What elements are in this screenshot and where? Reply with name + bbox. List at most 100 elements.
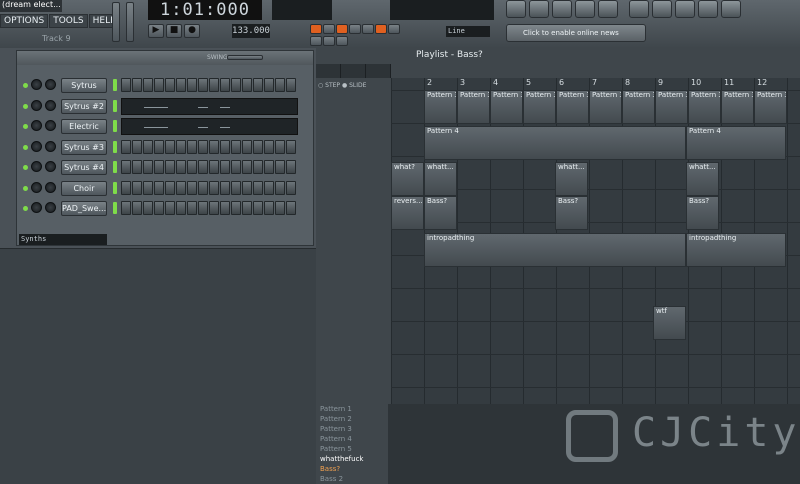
step-button[interactable] — [286, 180, 296, 195]
step-button[interactable] — [121, 160, 131, 174]
pan-knob[interactable] — [31, 120, 42, 131]
step-button[interactable] — [264, 180, 274, 195]
save-button[interactable] — [652, 0, 672, 18]
step-button[interactable] — [154, 201, 164, 215]
search-button[interactable] — [698, 0, 718, 18]
channel-mute-led[interactable] — [23, 165, 28, 170]
step-button[interactable] — [220, 78, 230, 92]
channel-mute-led[interactable] — [23, 124, 28, 129]
mode-button[interactable] — [336, 24, 348, 34]
step-button[interactable] — [231, 180, 241, 195]
step-button[interactable] — [220, 139, 230, 154]
step-button[interactable] — [143, 78, 153, 92]
help-button[interactable] — [721, 0, 741, 18]
channel-name-button[interactable]: Electric — [61, 119, 107, 134]
step-button[interactable] — [253, 160, 263, 174]
slide-option[interactable]: SLIDE — [349, 82, 366, 89]
step-button[interactable] — [176, 78, 186, 92]
step-button[interactable] — [264, 139, 274, 154]
step-button[interactable] — [121, 180, 131, 195]
volume-knob[interactable] — [45, 202, 56, 213]
step-button[interactable] — [275, 201, 285, 215]
step-button[interactable] — [264, 201, 274, 215]
step-button[interactable] — [143, 139, 153, 154]
mini-piano-roll[interactable] — [121, 97, 298, 115]
stop-button[interactable]: ■ — [166, 24, 182, 38]
step-button[interactable] — [275, 180, 285, 195]
mode-button[interactable] — [349, 24, 361, 34]
step-button[interactable] — [253, 139, 263, 154]
channel-select-led[interactable] — [113, 120, 117, 132]
step-option[interactable]: STEP — [325, 82, 340, 89]
volume-knob[interactable] — [45, 181, 56, 193]
step-button[interactable] — [143, 201, 153, 215]
step-button[interactable] — [275, 160, 285, 174]
step-button[interactable] — [275, 78, 285, 92]
playlist-grid[interactable]: 2 3 4 5 6 7 8 9 10 11 12 Pattern 3 Pattern 3 Pattern … — [391, 78, 800, 430]
step-button[interactable] — [154, 180, 164, 195]
playlist-clip[interactable]: Pattern 4 — [686, 126, 786, 160]
step-button[interactable] — [198, 139, 208, 154]
mode-button[interactable] — [323, 35, 335, 46]
master-pitch-slider[interactable] — [126, 2, 134, 42]
step-button[interactable] — [132, 78, 142, 92]
channel-name-button[interactable]: Sytrus #4 — [61, 160, 107, 175]
playlist-clip[interactable]: Pattern 3 — [457, 90, 490, 124]
step-button[interactable] — [220, 180, 230, 195]
step-button[interactable] — [286, 78, 296, 92]
step-button[interactable] — [286, 139, 296, 154]
step-button[interactable] — [209, 160, 219, 174]
step-button[interactable] — [165, 78, 175, 92]
step-button[interactable] — [143, 180, 153, 195]
step-button[interactable] — [242, 201, 252, 215]
step-button[interactable] — [198, 78, 208, 92]
step-button[interactable] — [187, 201, 197, 215]
playlist-clip[interactable]: intropadthing — [686, 233, 786, 267]
channel-select-led[interactable] — [113, 79, 117, 91]
browser-button[interactable] — [575, 0, 595, 18]
pan-knob[interactable] — [31, 202, 42, 213]
step-button[interactable] — [121, 139, 131, 154]
step-button[interactable] — [176, 201, 186, 215]
tempo-display[interactable]: 133.000 — [232, 24, 270, 38]
step-button[interactable] — [286, 201, 296, 215]
step-button[interactable] — [154, 78, 164, 92]
channel-mute-led[interactable] — [23, 103, 28, 109]
mode-button[interactable] — [375, 24, 387, 34]
step-button[interactable] — [143, 160, 153, 174]
channel-mute-led[interactable] — [23, 144, 28, 150]
step-button[interactable] — [209, 78, 219, 92]
step-button[interactable] — [132, 201, 142, 215]
step-button[interactable] — [220, 160, 230, 174]
step-button[interactable] — [231, 139, 241, 154]
step-button[interactable] — [154, 160, 164, 174]
playlist-clip[interactable]: Pattern 3 — [688, 90, 721, 124]
playlist-clip[interactable]: Bass? — [424, 196, 457, 230]
swing-slider[interactable] — [227, 55, 263, 60]
playlist-clip[interactable]: whatt... — [424, 162, 457, 196]
playlist-clip[interactable]: intropadthing — [424, 233, 686, 267]
volume-knob[interactable] — [45, 99, 56, 111]
step-button[interactable] — [198, 201, 208, 215]
snap-selector[interactable]: Line — [446, 26, 490, 37]
pan-knob[interactable] — [31, 79, 42, 90]
playlist-window-button[interactable] — [506, 0, 526, 18]
step-button[interactable] — [176, 180, 186, 195]
step-button[interactable] — [132, 139, 142, 154]
step-button[interactable] — [187, 139, 197, 154]
playlist-tool-tab[interactable] — [366, 64, 391, 78]
pan-knob[interactable] — [31, 140, 42, 152]
mini-piano-roll[interactable] — [121, 118, 298, 135]
playlist-clip[interactable]: Pattern 3 — [721, 90, 754, 124]
menu-options[interactable]: OPTIONS — [0, 14, 49, 28]
playlist-clip[interactable]: wtf — [653, 306, 686, 340]
channel-name-button[interactable]: Sytrus #2 — [61, 98, 107, 114]
channel-mute-led[interactable] — [23, 83, 28, 88]
pattern-list-item[interactable]: Pattern 5 — [316, 444, 388, 454]
channel-select-led[interactable] — [113, 140, 117, 153]
step-button[interactable] — [198, 180, 208, 195]
step-sequencer-button[interactable] — [529, 0, 549, 18]
playlist-clip[interactable]: Pattern 3 — [523, 90, 556, 124]
playlist-clip[interactable]: Bass? — [686, 196, 719, 230]
pan-knob[interactable] — [31, 161, 42, 172]
